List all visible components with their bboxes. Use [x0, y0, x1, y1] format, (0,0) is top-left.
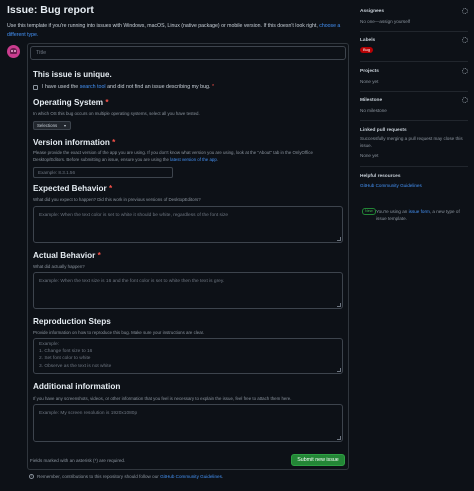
sidebar-divider: [360, 31, 468, 32]
additional-description: If you have any screenshots, videos, or …: [33, 396, 292, 401]
assignees-heading: Assignees: [360, 9, 384, 14]
title-input[interactable]: Title: [30, 46, 346, 60]
expected-label: Expected Behavior *: [33, 184, 113, 193]
steps-label: Reproduction Steps: [33, 317, 111, 326]
avatar: [7, 45, 20, 58]
sidebar-divider: [360, 91, 468, 92]
sidebar-divider: [360, 166, 468, 167]
version-description: Please provide the exact version of the …: [33, 150, 313, 162]
resize-handle[interactable]: [337, 303, 341, 307]
issue-form-link[interactable]: issue form: [409, 209, 430, 214]
helpful-guidelines-link[interactable]: GitHub Community Guidelines: [360, 183, 422, 188]
projects-value: None yet: [360, 79, 379, 84]
resize-handle[interactable]: [337, 368, 341, 372]
community-guidelines-link[interactable]: GitHub Community Guidelines: [160, 474, 222, 479]
unique-heading: This issue is unique.: [33, 70, 112, 79]
unique-checkbox[interactable]: [33, 84, 38, 90]
page-title: Issue: Bug report: [7, 4, 94, 16]
linked-prs-description: Successfully merging a pull request may …: [360, 136, 463, 148]
resize-handle[interactable]: [337, 237, 341, 241]
actual-label: Actual Behavior *: [33, 251, 101, 260]
steps-textarea[interactable]: Example: 1. Change font size to 16 2. Se…: [33, 338, 343, 374]
sidebar-linked-prs: Linked pull requests Successfully mergin…: [360, 128, 468, 159]
sidebar-divider: [360, 120, 468, 121]
submit-new-issue-button[interactable]: Submit new issue: [291, 454, 345, 466]
gear-icon[interactable]: [462, 37, 468, 43]
sidebar-divider: [360, 61, 468, 62]
assignees-value[interactable]: No one—assign yourself: [360, 18, 468, 25]
sidebar-helpful-resources: Helpful resources GitHub Community Guide…: [360, 174, 468, 189]
version-label: Version information *: [33, 138, 116, 147]
unique-checkbox-label: I have used the search tool and did not …: [42, 84, 214, 90]
search-tool-link[interactable]: search tool: [80, 84, 106, 90]
additional-label: Additional information: [33, 382, 121, 391]
actual-textarea[interactable]: Example: When the text size is 16 and th…: [33, 272, 343, 309]
chevron-down-icon: [64, 125, 66, 127]
additional-textarea[interactable]: Example: My screen resolution is 1920x10…: [33, 404, 343, 442]
linked-prs-value: None yet: [360, 153, 379, 158]
resize-handle[interactable]: [337, 436, 341, 440]
expected-description: What did you expect to happen? Did this …: [33, 197, 201, 202]
sidebar-labels: Labels Bug: [360, 37, 468, 53]
linked-prs-heading: Linked pull requests: [360, 128, 407, 133]
labels-heading: Labels: [360, 38, 376, 43]
unique-checkbox-row[interactable]: I have used the search tool and did not …: [33, 84, 214, 90]
gear-icon[interactable]: [462, 8, 468, 14]
required-marker: *: [211, 84, 214, 90]
latest-version-link[interactable]: latest version of the app: [170, 157, 217, 162]
os-select[interactable]: Selections: [33, 121, 71, 130]
gear-icon[interactable]: [462, 68, 468, 74]
expected-textarea[interactable]: Example: When the text color is set to w…: [33, 206, 343, 243]
info-icon: i: [29, 474, 34, 479]
required-fields-note: Fields marked with an asterisk (*) are r…: [30, 458, 126, 463]
helpful-heading: Helpful resources: [360, 174, 401, 179]
bug-label-badge: Bug: [360, 47, 374, 53]
sidebar-milestone: Milestone No milestone: [360, 97, 468, 114]
template-intro: Use this template if you're running into…: [7, 22, 352, 40]
steps-description: Provide information on how to reproduce …: [33, 330, 205, 335]
sidebar-projects: Projects None yet: [360, 68, 468, 85]
milestone-value: No milestone: [360, 108, 387, 113]
gear-icon[interactable]: [462, 97, 468, 103]
projects-heading: Projects: [360, 69, 379, 74]
os-description: In which OS this bug occurs on multiple …: [33, 111, 200, 116]
sidebar-assignees: Assignees No one—assign yourself: [360, 8, 468, 25]
new-badge: New: [362, 208, 376, 215]
remember-note: i Remember, contributions to this reposi…: [29, 474, 223, 479]
issue-form-tip: New You're using an issue form, a new ty…: [362, 208, 466, 221]
version-input[interactable]: Example: 8.3.1.56: [33, 167, 173, 178]
milestone-heading: Milestone: [360, 98, 383, 103]
intro-text: Use this template if you're running into…: [7, 23, 320, 29]
actual-description: What did actually happen?: [33, 264, 85, 269]
os-label: Operating System *: [33, 98, 109, 107]
